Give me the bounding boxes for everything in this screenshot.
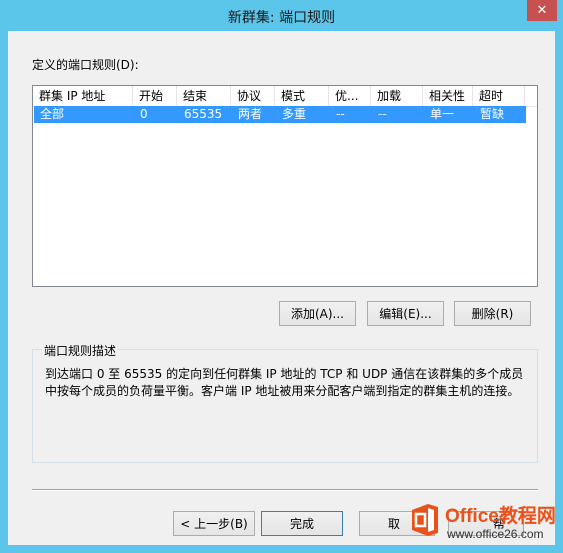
cell-end: 65535 <box>184 107 223 121</box>
cell-mode: 多重 <box>282 107 307 121</box>
column-header-affinity[interactable]: 相关性 <box>423 86 473 106</box>
column-header-end[interactable]: 结束 <box>177 86 231 106</box>
description-groupbox: 到达端口 0 至 65535 的定向到任何群集 IP 地址的 TCP 和 UDP… <box>32 349 538 463</box>
rules-label: 定义的端口规则(D): <box>32 58 139 72</box>
list-header: 群集 IP 地址 开始 结束 协议 模式 优... 加载 相关性 超时 <box>33 86 537 107</box>
window-title: 新群集: 端口规则 <box>227 10 336 26</box>
column-header-priority[interactable]: 优... <box>329 86 371 106</box>
cell-affinity: 单一 <box>430 107 455 121</box>
cell-priority: -- <box>336 107 345 121</box>
rule-description-text: 到达端口 0 至 65535 的定向到任何群集 IP 地址的 TCP 和 UDP… <box>45 367 524 398</box>
cell-cluster-ip: 全部 <box>40 107 65 121</box>
cell-start: 0 <box>140 107 148 121</box>
back-button[interactable]: < 上一步(B) <box>173 511 255 536</box>
description-group-label: 端口规则描述 <box>42 342 119 359</box>
watermark-url: www.office26.com <box>447 527 544 541</box>
cell-protocol: 两者 <box>238 107 263 121</box>
watermark-brand: Office教程网 <box>445 506 556 527</box>
column-header-load[interactable]: 加载 <box>371 86 423 106</box>
close-button[interactable]: ✕ <box>527 0 557 21</box>
column-header-timeout[interactable]: 超时 <box>473 86 525 106</box>
delete-button[interactable]: 删除(R) <box>454 301 531 326</box>
dialog-window: 新群集: 端口规则 ✕ 定义的端口规则(D): 群集 IP 地址 开始 结束 协… <box>0 0 563 553</box>
column-header-start[interactable]: 开始 <box>133 86 177 106</box>
finish-button[interactable]: 完成 <box>261 511 343 536</box>
add-button[interactable]: 添加(A)... <box>279 301 356 326</box>
close-icon: ✕ <box>536 3 548 18</box>
column-header-mode[interactable]: 模式 <box>275 86 329 106</box>
port-rules-list[interactable]: 群集 IP 地址 开始 结束 协议 模式 优... 加载 相关性 超时 全部 0… <box>32 85 538 287</box>
dialog-body: 定义的端口规则(D): 群集 IP 地址 开始 结束 协议 模式 优... 加载… <box>8 31 555 545</box>
cell-timeout: 暂缺 <box>480 107 505 121</box>
column-header-cluster-ip[interactable]: 群集 IP 地址 <box>33 86 133 106</box>
column-header-protocol[interactable]: 协议 <box>231 86 275 106</box>
office-logo-icon <box>412 504 438 536</box>
footer-separator <box>32 489 538 491</box>
title-bar[interactable]: 新群集: 端口规则 ✕ <box>0 0 563 31</box>
cell-load: -- <box>378 107 387 121</box>
watermark: Office教程网 www.office26.com <box>405 497 563 553</box>
edit-button[interactable]: 编辑(E)... <box>367 301 444 326</box>
table-row[interactable]: 全部 0 65535 两者 多重 -- -- 单一 暂缺 <box>34 106 526 123</box>
